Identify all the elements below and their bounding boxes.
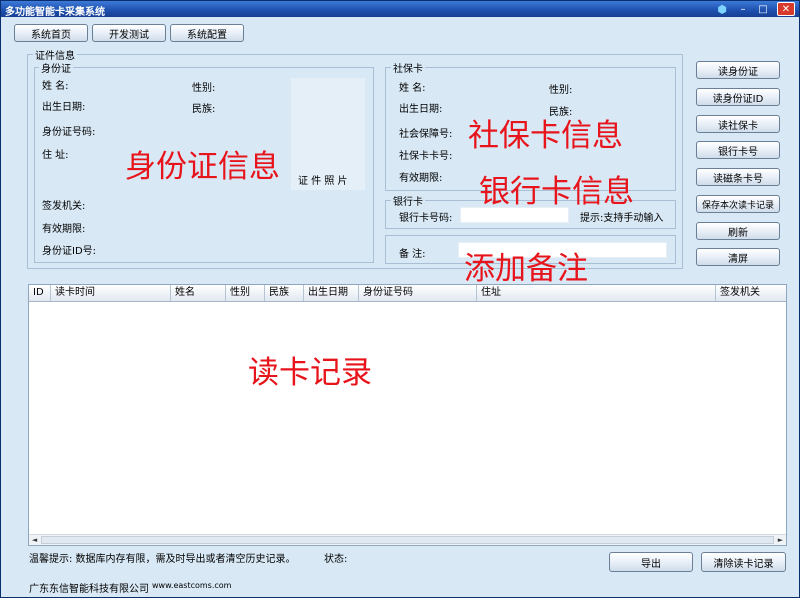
footer-tip: 温馨提示: 数据库内存有限，需及时导出或者清空历史记录。 [29, 554, 296, 565]
tab-system-home[interactable]: 系统首页 [14, 24, 88, 42]
column-header-ethnicity[interactable]: 民族 [265, 285, 304, 301]
id-birth-label: 出生日期: [42, 102, 86, 113]
remark-label: 备 注: [399, 249, 426, 260]
clear-records-button[interactable]: 清除读卡记录 [701, 552, 786, 572]
id-code-label: 身份证ID号: [42, 246, 97, 257]
bank-card-hint: 提示:支持手动输入 [580, 213, 664, 224]
title-bar[interactable]: 多功能智能卡采集系统 ⬢ – □ ✕ [1, 1, 799, 18]
id-issuer-label: 签发机关: [42, 201, 86, 212]
id-gender-label: 性别: [192, 83, 216, 94]
app-window: 多功能智能卡采集系统 ⬢ – □ ✕ 系统首页 开发测试 系统配置 证件信息 身… [0, 0, 800, 598]
scroll-right-icon[interactable]: ► [775, 535, 786, 545]
clear-screen-button[interactable]: 清屏 [696, 248, 780, 266]
status-label: 状态: [324, 554, 348, 565]
read-magnetic-card-button[interactable]: 读磁条卡号 [696, 168, 780, 186]
tab-dev-test[interactable]: 开发测试 [92, 24, 166, 42]
overlay-add-remark: 添加备注 [464, 251, 588, 287]
id-ethnicity-label: 民族: [192, 104, 216, 115]
company-website[interactable]: www.eastcoms.com [152, 581, 231, 590]
close-button[interactable]: ✕ [777, 2, 795, 16]
bank-card-no-button[interactable]: 银行卡号 [696, 141, 780, 159]
social-validity-label: 有效期限: [399, 173, 443, 184]
social-gender-label: 性别: [549, 85, 573, 96]
overlay-read-records: 读卡记录 [248, 355, 372, 391]
social-security-no-label: 社会保障号: [399, 129, 453, 140]
maximize-button[interactable]: □ [755, 2, 771, 16]
column-header-issuer[interactable]: 签发机关 [716, 285, 786, 301]
column-header-id-number[interactable]: 身份证号码 [359, 285, 477, 301]
scroll-left-icon[interactable]: ◄ [29, 535, 40, 545]
read-id-card-button[interactable]: 读身份证 [696, 61, 780, 79]
save-read-record-button[interactable]: 保存本次读卡记录 [696, 195, 780, 213]
minimize-button[interactable]: – [735, 2, 751, 16]
company-name: 广东东信智能科技有限公司 [29, 584, 149, 595]
id-photo-label: 证 件 照 片 [298, 176, 348, 187]
bank-card-legend: 银行卡 [391, 193, 425, 208]
refresh-button[interactable]: 刷新 [696, 222, 780, 240]
column-header-name[interactable]: 姓名 [171, 285, 226, 301]
id-card-legend: 身份证 [39, 60, 73, 75]
social-card-legend: 社保卡 [391, 60, 425, 75]
column-header-read-time[interactable]: 读卡时间 [51, 285, 171, 301]
overlay-social-card-info: 社保卡信息 [468, 118, 623, 154]
read-social-card-button[interactable]: 读社保卡 [696, 115, 780, 133]
records-table[interactable]: ID 读卡时间 姓名 性别 民族 出生日期 身份证号码 住址 签发机关 ◄ ► [28, 284, 787, 546]
id-number-label: 身份证号码: [42, 127, 96, 138]
column-header-gender[interactable]: 性别 [226, 285, 265, 301]
overlay-bank-card-info: 银行卡信息 [479, 174, 634, 210]
tab-system-config[interactable]: 系统配置 [170, 24, 244, 42]
read-id-card-id-button[interactable]: 读身份证ID [696, 88, 780, 106]
social-ethnicity-label: 民族: [549, 107, 573, 118]
social-birth-label: 出生日期: [399, 104, 443, 115]
horizontal-scrollbar[interactable]: ◄ ► [29, 534, 786, 545]
id-validity-label: 有效期限: [42, 224, 86, 235]
export-button[interactable]: 导出 [609, 552, 693, 572]
records-table-header: ID 读卡时间 姓名 性别 民族 出生日期 身份证号码 住址 签发机关 [29, 285, 786, 302]
overlay-id-card-info: 身份证信息 [125, 149, 280, 185]
window-title: 多功能智能卡采集系统 [5, 7, 105, 18]
id-address-label: 住 址: [42, 150, 69, 161]
app-gem-icon: ⬢ [717, 2, 727, 16]
social-name-label: 姓 名: [399, 83, 426, 94]
id-name-label: 姓 名: [42, 81, 69, 92]
column-header-birth[interactable]: 出生日期 [304, 285, 359, 301]
column-header-id[interactable]: ID [29, 285, 51, 301]
column-header-address[interactable]: 住址 [477, 285, 716, 301]
scroll-thumb[interactable] [41, 536, 774, 544]
social-card-no-label: 社保卡卡号: [399, 151, 453, 162]
bank-card-no-label: 银行卡号码: [399, 213, 453, 224]
